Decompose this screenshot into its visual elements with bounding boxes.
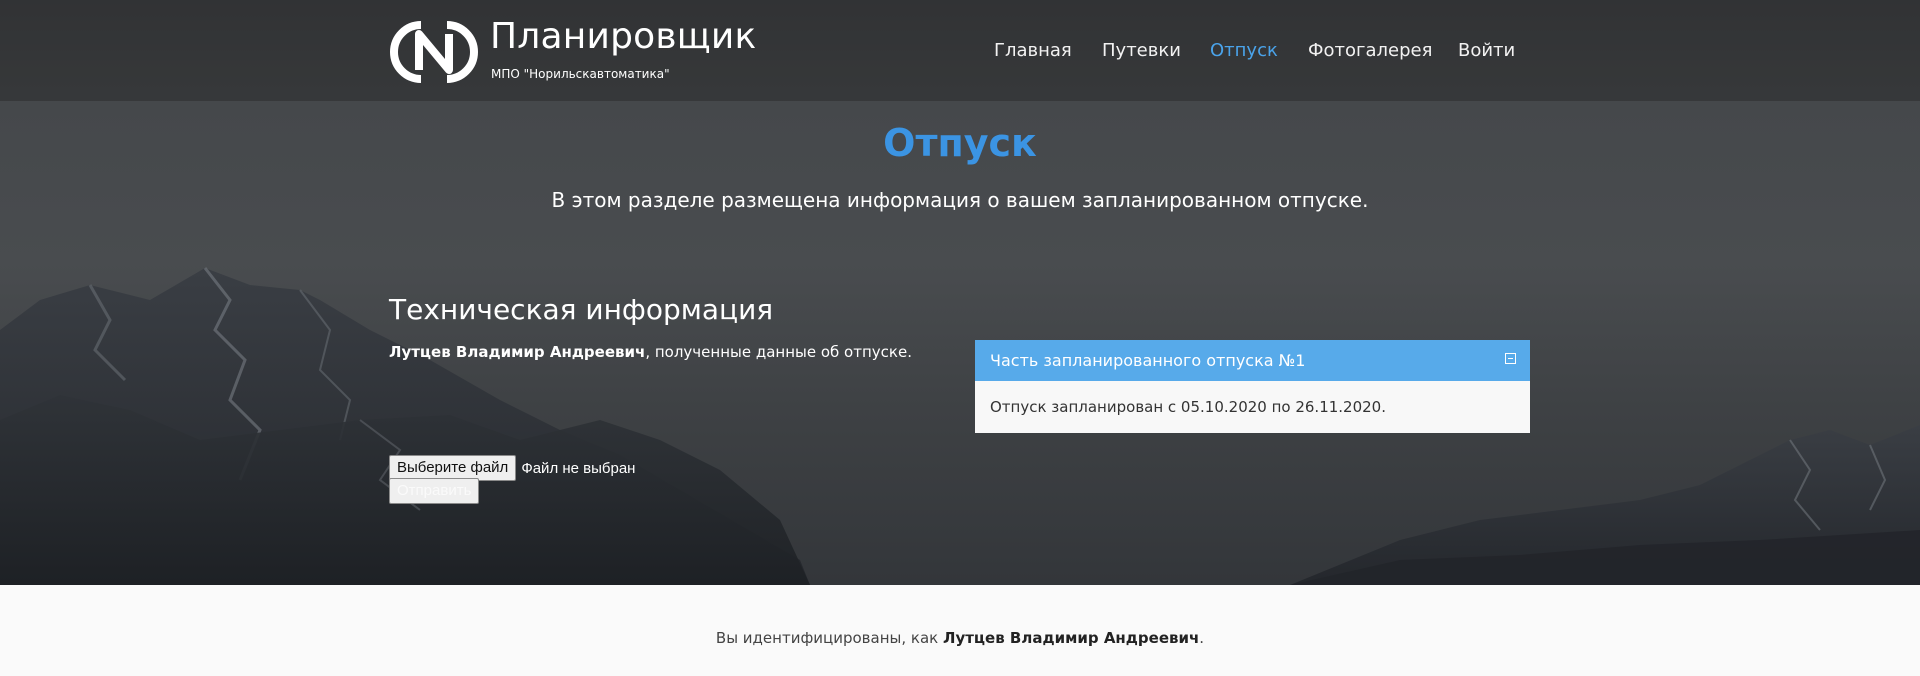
brand-subtitle: МПО "Норильскавтоматика" (491, 67, 670, 81)
nav-vacation[interactable]: Отпуск (1210, 40, 1278, 61)
page-title: Отпуск (883, 121, 1037, 165)
page-lead: В этом разделе размещена информация о ва… (551, 188, 1369, 212)
user-name: Лутцев Владимир Андреевич (389, 343, 646, 361)
panel-body: Отпуск запланирован с 05.10.2020 по 26.1… (975, 381, 1530, 433)
site-footer: Вы идентифицированы, как Лутцев Владимир… (0, 585, 1920, 676)
panel-title: Часть запланированного отпуска №1 (990, 351, 1306, 370)
nav-login[interactable]: Войти (1458, 40, 1515, 61)
logo-icon[interactable] (389, 20, 479, 84)
panel-header[interactable]: Часть запланированного отпуска №1 (975, 340, 1530, 381)
vacation-panel: Часть запланированного отпуска №1 Отпуск… (975, 340, 1530, 433)
site-header: Планировщик МПО "Норильскавтоматика" Гла… (0, 0, 1920, 101)
nav-home[interactable]: Главная (994, 40, 1072, 61)
section-title: Техническая информация (389, 293, 774, 326)
footer-suffix: . (1199, 629, 1205, 647)
nav-trips[interactable]: Путевки (1102, 40, 1181, 61)
footer-user-name: Лутцев Владимир Андреевич (942, 629, 1200, 647)
brand-title[interactable]: Планировщик (490, 16, 756, 57)
footer-prefix: Вы идентифицированы, как (715, 629, 943, 647)
collapse-icon[interactable] (1505, 353, 1516, 364)
submit-button[interactable]: Отправить (389, 478, 480, 504)
user-info-suffix: , полученные данные об отпуске. (645, 343, 912, 361)
file-status: Файл не выбран (521, 459, 636, 477)
user-info-line: Лутцев Владимир Андреевич, полученные да… (389, 343, 912, 361)
nav-gallery[interactable]: Фотогалерея (1308, 40, 1432, 61)
footer-identity: Вы идентифицированы, как Лутцев Владимир… (0, 629, 1920, 647)
